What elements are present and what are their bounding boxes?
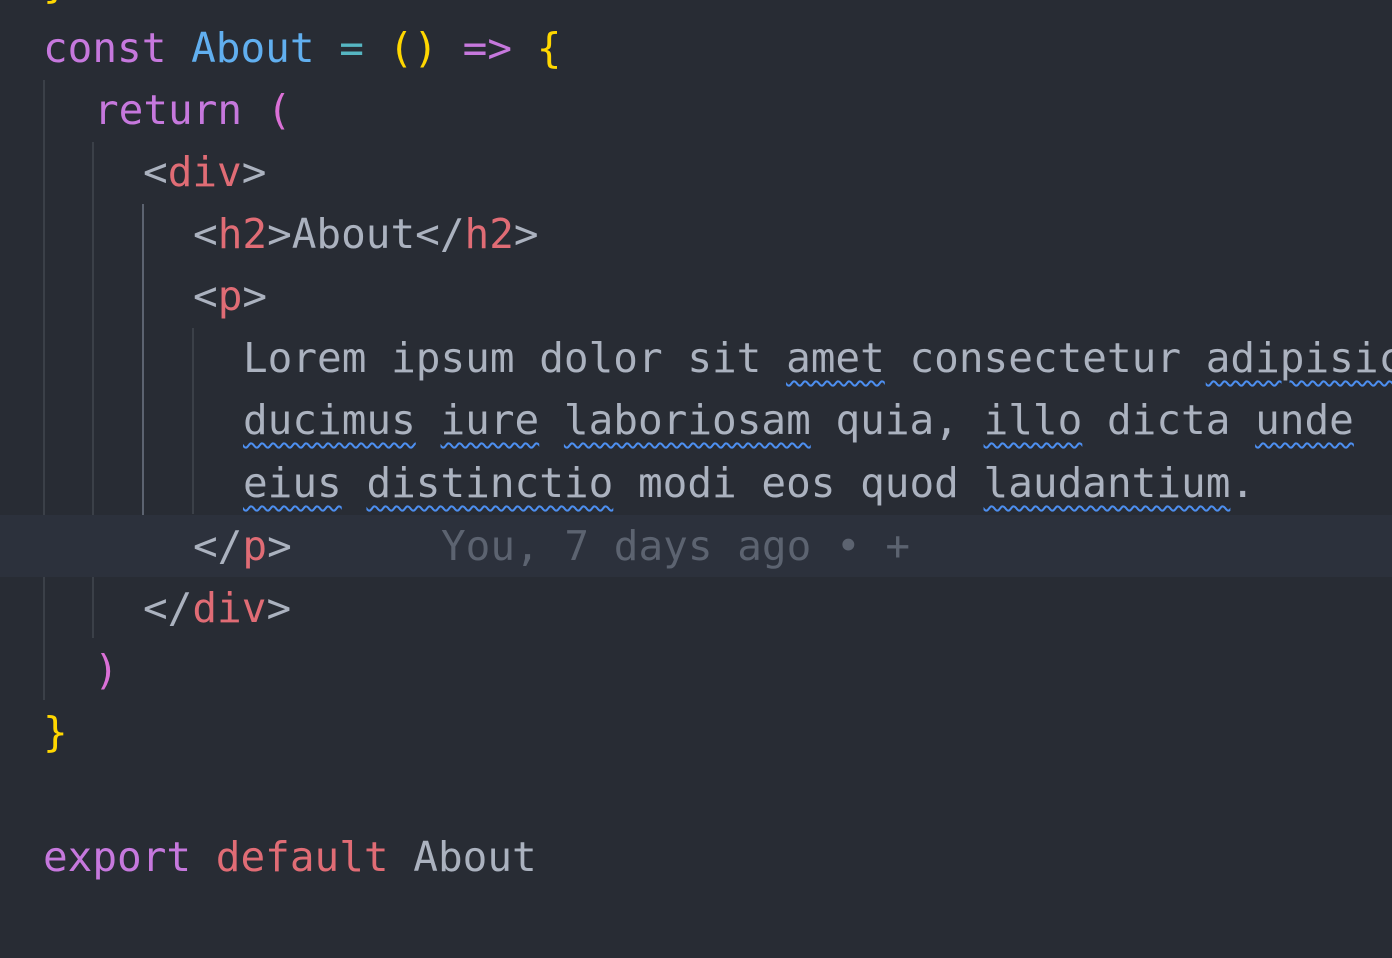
paragraph-text: . (1230, 459, 1256, 507)
spellcheck-word: laboriosam (563, 396, 811, 444)
paragraph-text (1354, 396, 1379, 444)
tag-p-close: p (242, 522, 268, 570)
code-line[interactable]: const About = () => { (0, 17, 1392, 79)
tag-bracket: </ (143, 584, 193, 632)
code-editor[interactable]: } const About = () => { return ( <div> <… (0, 0, 1392, 958)
git-blame-annotation[interactable]: You, 7 days ago • + (441, 515, 910, 577)
keyword-export: export (43, 833, 192, 881)
tag-bracket: < (143, 148, 168, 196)
paragraph-text (342, 459, 367, 507)
code-line[interactable]: } (0, 701, 1392, 763)
keyword-default: default (215, 833, 389, 881)
code-line[interactable]: ducimus iure laboriosam quia, illo dicta… (0, 389, 1392, 451)
open-paren: ( (266, 86, 292, 134)
code-line[interactable]: </div> (0, 577, 1392, 639)
code-line-current[interactable]: </p> You, 7 days ago • + (0, 515, 1392, 577)
spellcheck-word: adipisicing (1205, 334, 1392, 382)
tag-bracket: > (267, 210, 292, 258)
close-brace: } (43, 708, 68, 756)
closing-brace: } (43, 0, 68, 7)
code-line-empty[interactable] (0, 763, 1392, 825)
code-line[interactable]: Lorem ipsum dolor sit amet consectetur a… (0, 327, 1392, 389)
tag-bracket: > (242, 272, 268, 320)
tag-bracket: < (193, 272, 218, 320)
export-identifier: About (413, 833, 537, 881)
paragraph-text: Lorem ipsum dolor sit (243, 334, 787, 382)
paragraph-text (539, 396, 564, 444)
tag-div-close: div (192, 584, 267, 632)
tag-h2: h2 (217, 210, 268, 258)
paragraph-text (416, 396, 441, 444)
spellcheck-word: distinctio (366, 459, 614, 507)
tag-bracket: > (241, 148, 267, 196)
code-line[interactable]: eius distinctio modi eos quod laudantium… (0, 452, 1392, 514)
spellcheck-word: ducimus (243, 396, 416, 444)
tag-bracket: > (267, 522, 292, 570)
spellcheck-word: eius (243, 459, 342, 507)
tag-bracket: </ (193, 522, 243, 570)
code-line[interactable]: <h2>About</h2> (0, 203, 1392, 265)
arrow-operator: => (462, 24, 513, 72)
paragraph-text: dicta (1082, 396, 1256, 444)
code-line[interactable]: return ( (0, 79, 1392, 141)
heading-text: About (291, 210, 416, 258)
paragraph-text: quia, (810, 396, 984, 444)
open-brace: { (536, 24, 562, 72)
code-line[interactable]: export default About (0, 826, 1392, 888)
tag-bracket: > (513, 210, 539, 258)
spellcheck-word: illo (983, 396, 1083, 444)
tag-bracket: > (266, 584, 292, 632)
spellcheck-word: unde (1255, 396, 1354, 444)
parentheses: () (388, 24, 438, 72)
code-line[interactable]: <div> (0, 141, 1392, 203)
paragraph-text: consectetur (884, 334, 1206, 382)
tag-bracket: < (193, 210, 218, 258)
tag-p: p (217, 272, 243, 320)
tag-bracket: </ (415, 210, 465, 258)
operator-equals: = (339, 24, 364, 72)
code-line-partial[interactable]: } (0, 0, 1392, 14)
spellcheck-word: laudantium (983, 459, 1231, 507)
keyword-const: const (43, 24, 167, 72)
spellcheck-word: iure (440, 396, 540, 444)
code-line[interactable]: <p> (0, 265, 1392, 327)
close-paren: ) (94, 646, 119, 694)
component-name: About (191, 24, 315, 72)
spellcheck-word: amet (786, 334, 885, 382)
tag-div: div (167, 148, 242, 196)
code-line[interactable]: ) (0, 639, 1392, 701)
tag-h2-close: h2 (464, 210, 514, 258)
keyword-return: return (94, 86, 243, 134)
paragraph-text: modi eos quod (613, 459, 984, 507)
